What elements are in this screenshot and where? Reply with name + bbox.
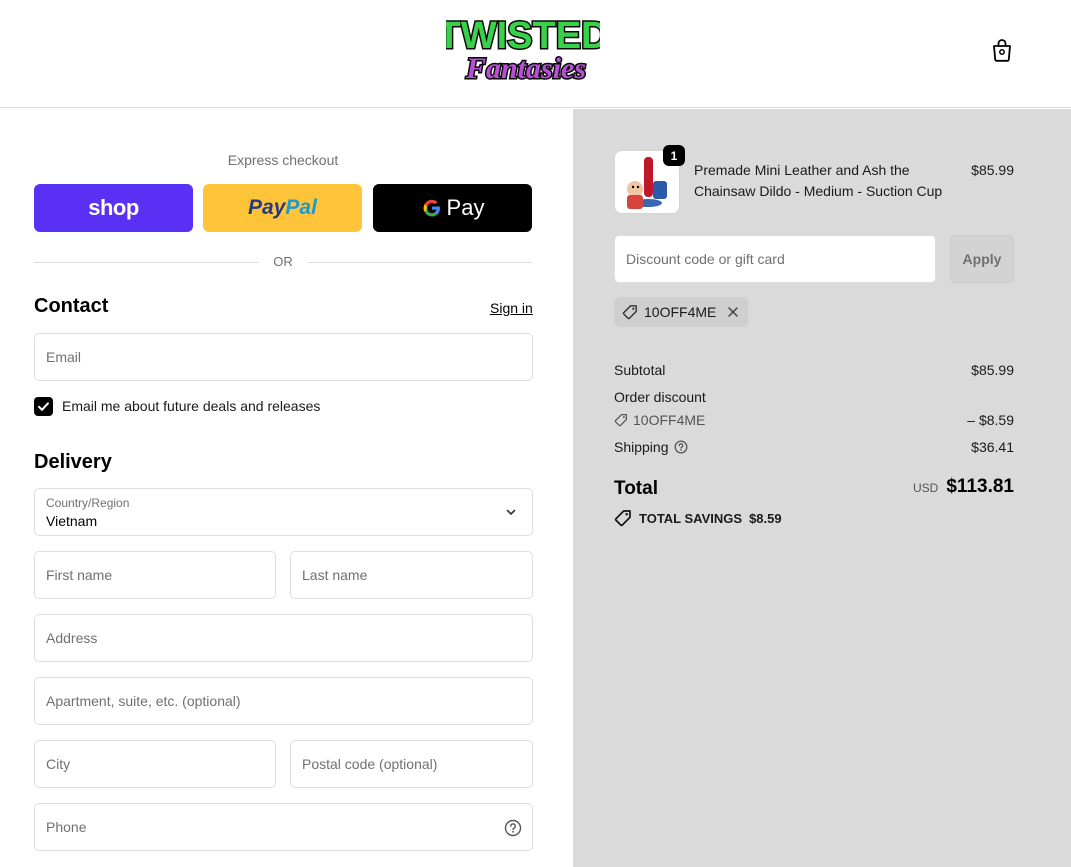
newsletter-option[interactable]: Email me about future deals and releases	[34, 396, 320, 416]
last-name-placeholder: Last name	[302, 567, 368, 583]
tag-icon	[614, 413, 628, 427]
total-savings-row: TOTAL SAVINGS $8.59	[614, 508, 782, 528]
chevron-down-icon	[506, 509, 516, 515]
total-row: Total USD $113.81	[614, 476, 1014, 502]
tag-icon	[622, 305, 637, 320]
address-placeholder: Address	[46, 630, 98, 646]
newsletter-label: Email me about future deals and releases	[62, 398, 321, 414]
phone-field[interactable]: Phone	[34, 803, 533, 851]
contact-heading: Contact	[34, 295, 109, 317]
product-name: Premade Mini Leather and Ash the Chainsa…	[694, 162, 943, 199]
svg-text:TWISTED: TWISTED	[446, 15, 600, 57]
shipping-row: Shipping $36.41	[614, 439, 1014, 459]
quantity-badge: 1	[663, 145, 685, 166]
product-price: $85.99	[971, 162, 1014, 178]
or-divider: OR	[34, 254, 532, 270]
applied-code-text: 10OFF4ME	[644, 304, 717, 320]
question-circle-icon[interactable]	[674, 440, 688, 454]
discount-code-text: 10OFF4ME	[633, 412, 706, 428]
postal-code-placeholder: Postal code (optional)	[302, 756, 438, 772]
discount-placeholder: Discount code or gift card	[626, 251, 785, 267]
express-checkout-title: Express checkout	[227, 152, 339, 168]
close-icon[interactable]	[726, 305, 740, 319]
postal-code-field[interactable]: Postal code (optional)	[290, 740, 533, 788]
apartment-field[interactable]: Apartment, suite, etc. (optional)	[34, 677, 533, 725]
country-label: Country/Region	[46, 496, 130, 510]
total-label: Total	[614, 478, 658, 499]
tag-icon	[614, 510, 631, 527]
last-name-field[interactable]: Last name	[290, 551, 533, 599]
paypal-label-pal: Pal	[285, 196, 317, 219]
email-field[interactable]: Email	[34, 333, 533, 381]
apply-discount-button[interactable]: Apply	[950, 235, 1014, 283]
shop-pay-button[interactable]: shop	[34, 184, 193, 232]
first-name-field[interactable]: First name	[34, 551, 276, 599]
google-pay-label: Pay	[446, 195, 485, 220]
brand-logo[interactable]: TWISTED Fantasies	[436, 8, 610, 88]
shipping-label: Shipping	[614, 439, 669, 455]
order-summary: 1 Premade Mini Leather and Ash the Chain…	[573, 109, 1071, 867]
header: TWISTED Fantasies	[0, 0, 1071, 108]
country-select[interactable]: Country/Region Vietnam	[34, 488, 533, 536]
applied-code-chip: 10OFF4ME	[614, 297, 749, 327]
paypal-label: PayPal	[248, 196, 317, 220]
address-field[interactable]: Address	[34, 614, 533, 662]
city-field[interactable]: City	[34, 740, 276, 788]
subtotal-row: Subtotal $85.99	[614, 362, 1014, 382]
paypal-button[interactable]: PayPal	[203, 184, 362, 232]
cart-button[interactable]	[988, 36, 1016, 64]
newsletter-checkbox[interactable]	[34, 396, 53, 416]
divider-line	[307, 262, 532, 263]
shopping-bag-icon	[993, 39, 1011, 62]
shipping-value: $36.41	[971, 439, 1014, 455]
discount-code-row: 10OFF4ME – $8.59	[614, 412, 1014, 432]
discount-code-input[interactable]: Discount code or gift card	[614, 235, 936, 283]
total-currency: USD	[913, 481, 939, 495]
savings-value: $8.59	[749, 510, 782, 526]
total-amount-group: USD $113.81	[913, 476, 1014, 498]
apartment-placeholder: Apartment, suite, etc. (optional)	[46, 693, 241, 709]
discount-value: – $8.59	[967, 412, 1014, 428]
order-discount-label: Order discount	[614, 389, 706, 405]
checkout-form: Express checkout shop PayPal Pay OR Cont…	[0, 109, 573, 867]
subtotal-label: Subtotal	[614, 362, 666, 378]
total-value: $113.81	[946, 476, 1014, 497]
email-placeholder: Email	[46, 349, 82, 365]
checkmark-icon	[38, 401, 49, 411]
discount-code-label: 10OFF4ME	[614, 412, 705, 428]
svg-text:Fantasies: Fantasies	[465, 52, 586, 85]
first-name-placeholder: First name	[46, 567, 113, 583]
subtotal-value: $85.99	[971, 362, 1014, 378]
google-g-icon	[423, 199, 440, 217]
country-value: Vietnam	[46, 513, 98, 529]
google-pay-button[interactable]: Pay	[373, 184, 532, 232]
shop-pay-label: shop	[88, 195, 139, 220]
twisted-fantasies-logo: TWISTED Fantasies	[436, 14, 610, 87]
sign-in-link[interactable]: Sign in	[490, 300, 533, 316]
city-placeholder: City	[46, 756, 71, 772]
shipping-label-group: Shipping	[614, 439, 688, 455]
savings-label: TOTAL SAVINGS	[639, 510, 743, 526]
delivery-heading: Delivery	[34, 451, 112, 473]
phone-placeholder: Phone	[46, 819, 87, 835]
paypal-label-pay: Pay	[248, 196, 286, 219]
question-circle-icon[interactable]	[504, 819, 522, 837]
order-discount-row: Order discount	[614, 389, 1014, 409]
